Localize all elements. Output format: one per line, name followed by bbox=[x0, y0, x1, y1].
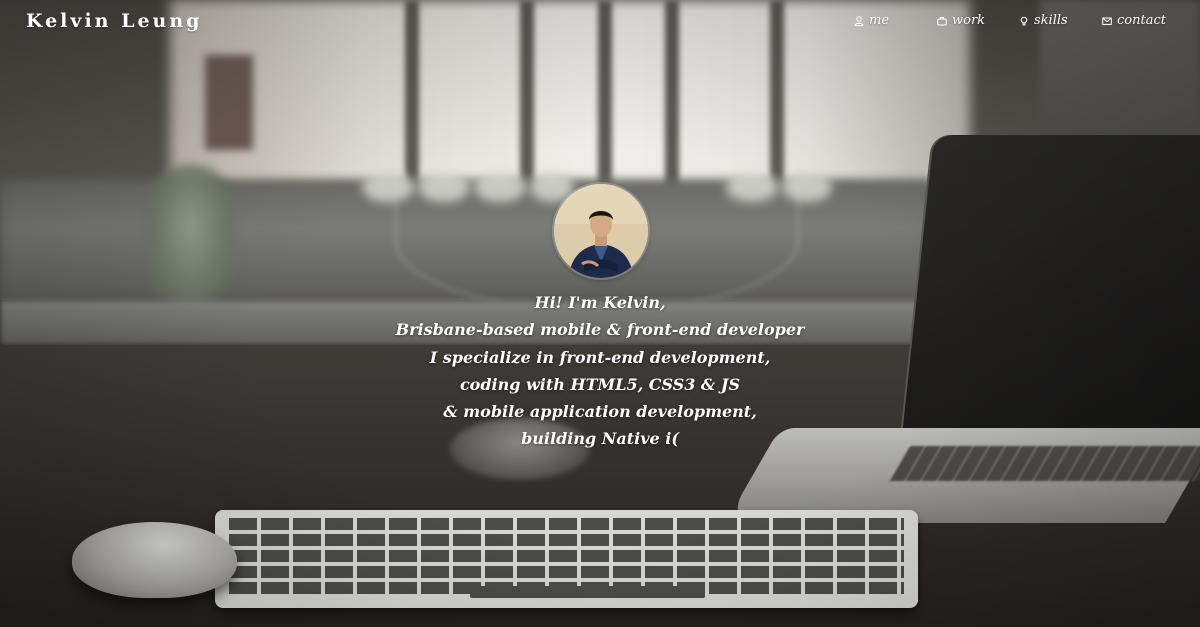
intro-line: Hi! I'm Kelvin, bbox=[534, 293, 666, 312]
envelope-icon bbox=[1102, 16, 1112, 26]
hero-section: Kelvin Leung me work skills contact Hi! … bbox=[0, 0, 1200, 627]
intro-line: building Native i( bbox=[521, 429, 679, 449]
nav-label-me: me bbox=[869, 13, 890, 28]
nav-item-me[interactable]: me bbox=[854, 13, 889, 28]
nav-item-contact[interactable]: contact bbox=[1102, 13, 1166, 28]
nav-label-skills: skills bbox=[1034, 13, 1068, 28]
nav-label-contact: contact bbox=[1117, 13, 1166, 28]
main-nav: me work skills contact bbox=[0, 13, 1200, 33]
intro-line: Brisbane-based mobile & front-end develo… bbox=[395, 320, 805, 340]
nav-item-work[interactable]: work bbox=[937, 13, 985, 28]
nav-label-work: work bbox=[952, 13, 986, 28]
user-icon bbox=[854, 15, 864, 26]
intro-line: & mobile application development, bbox=[443, 402, 757, 422]
nav-item-skills[interactable]: skills bbox=[1019, 13, 1068, 28]
intro-line: I specialize in front-end development, bbox=[429, 347, 771, 367]
intro-text: Hi! I'm Kelvin, Brisbane-based mobile & … bbox=[300, 289, 900, 453]
lightbulb-icon bbox=[1019, 16, 1029, 26]
profile-avatar bbox=[554, 184, 648, 278]
briefcase-icon bbox=[937, 16, 947, 26]
intro-line: coding with HTML5, CSS3 & JS bbox=[459, 374, 741, 394]
